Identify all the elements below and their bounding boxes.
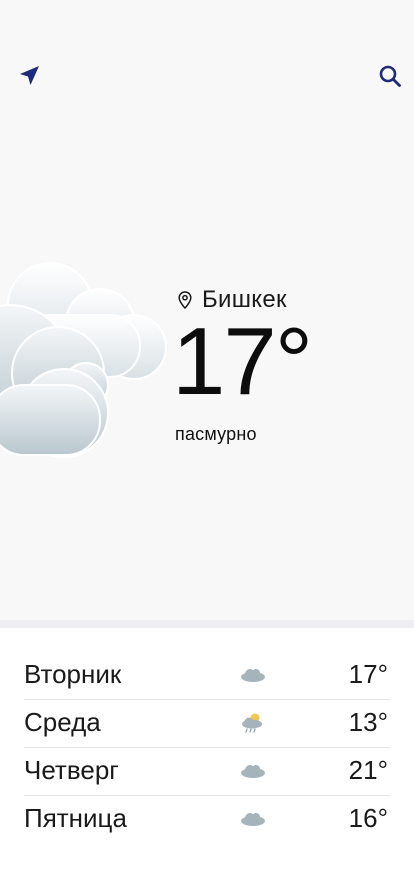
section-divider bbox=[0, 620, 414, 628]
forecast-day: Среда bbox=[24, 707, 101, 737]
forecast-day: Четверг bbox=[24, 755, 119, 785]
weather-condition: пасмурно bbox=[175, 424, 257, 444]
forecast-row: Среда 13° bbox=[24, 700, 390, 748]
forecast-temperature: 13° bbox=[348, 707, 388, 737]
forecast-temperature: 17° bbox=[348, 659, 388, 689]
navigation-arrow-icon bbox=[20, 66, 39, 85]
cloudy-icon bbox=[0, 262, 167, 458]
forecast-row: Пятница 16° bbox=[24, 796, 390, 844]
cloud-icon bbox=[241, 765, 265, 778]
location-button[interactable] bbox=[15, 62, 43, 90]
forecast-row: Вторник 17° bbox=[24, 652, 390, 700]
cloud-sun-rain-icon bbox=[242, 713, 262, 733]
cloud-icon bbox=[241, 813, 265, 826]
forecast-temperature: 16° bbox=[348, 803, 388, 833]
forecast-row: Четверг 21° bbox=[24, 748, 390, 796]
forecast-list: Вторник 17° Среда 13° Четверг 21° Пятниц… bbox=[24, 652, 390, 844]
search-icon bbox=[379, 65, 401, 87]
current-temperature: 17° bbox=[172, 308, 313, 415]
current-weather-panel: Бишкек 17° пасмурно bbox=[0, 0, 414, 620]
map-pin-icon bbox=[178, 291, 194, 309]
weather-screen: Бишкек 17° пасмурно Вторник 17° Среда 13… bbox=[0, 0, 414, 896]
search-button[interactable] bbox=[376, 62, 404, 90]
forecast-day: Вторник bbox=[24, 659, 122, 689]
forecast-day: Пятница bbox=[24, 803, 127, 833]
forecast-temperature: 21° bbox=[348, 755, 388, 785]
cloud-icon bbox=[241, 669, 265, 682]
